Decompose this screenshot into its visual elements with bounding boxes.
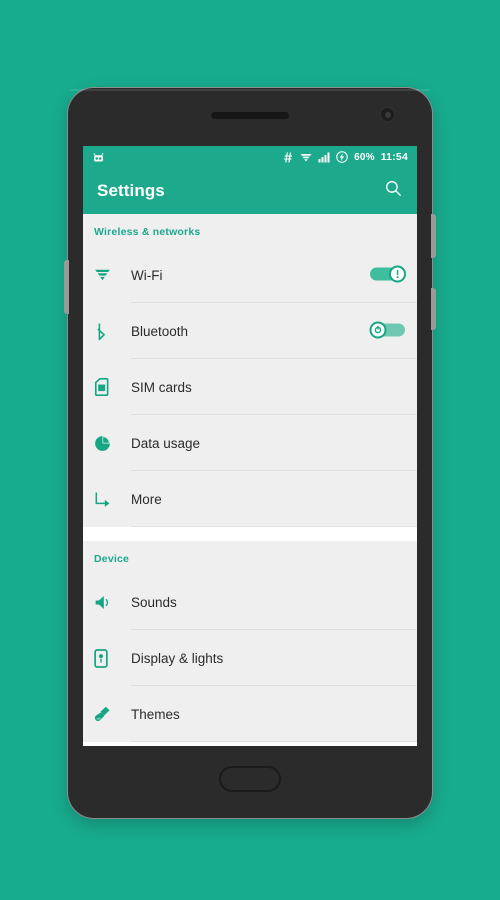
section-separator	[83, 527, 417, 541]
settings-row-label: Sounds	[131, 594, 177, 610]
sim-card-icon	[94, 378, 131, 396]
settings-row-data-usage[interactable]: Data usage	[83, 415, 417, 471]
settings-row-sim-cards[interactable]: SIM cards	[83, 359, 417, 415]
bluetooth-toggle[interactable]	[369, 319, 406, 344]
display-icon	[94, 648, 131, 668]
robot-face-icon	[92, 152, 105, 163]
wifi-toggle[interactable]	[369, 263, 406, 288]
battery-percent-label: 60%	[354, 151, 375, 163]
volume-rocker-button[interactable]	[64, 260, 69, 314]
phone-device: 60% 11:54 Settings Wireless & networks W…	[64, 88, 436, 818]
settings-row-themes[interactable]: Themes	[83, 686, 417, 742]
page-title: Settings	[97, 181, 165, 200]
power-button[interactable]	[431, 214, 436, 258]
settings-row-label: Bluetooth	[131, 323, 189, 339]
signal-bars-icon	[318, 152, 330, 163]
status-bar: 60% 11:54	[83, 146, 417, 168]
row-divider	[131, 741, 417, 742]
search-icon	[384, 179, 403, 203]
phone-screen: 60% 11:54 Settings Wireless & networks W…	[83, 146, 417, 746]
settings-row-bluetooth[interactable]: Bluetooth	[83, 303, 417, 359]
settings-row-label: Display & lights	[131, 650, 224, 666]
battery-charge-icon	[336, 151, 348, 163]
settings-row-label: SIM cards	[131, 379, 192, 395]
settings-row-sounds[interactable]: Sounds	[83, 574, 417, 630]
search-button[interactable]	[384, 179, 403, 203]
settings-row-display-lights[interactable]: Display & lights	[83, 630, 417, 686]
pie-chart-icon	[94, 435, 131, 452]
paintbrush-icon	[94, 705, 131, 724]
speaker-icon	[94, 594, 131, 611]
settings-row-more[interactable]: More	[83, 471, 417, 527]
settings-row-wifi[interactable]: Wi-Fi	[83, 247, 417, 303]
arrow-more-icon	[94, 491, 131, 508]
section-header-device: Device	[94, 553, 130, 565]
app-bar: Settings	[83, 168, 417, 214]
hash-icon	[283, 152, 294, 163]
settings-row-label: Themes	[131, 706, 180, 722]
settings-row-label: More	[131, 491, 162, 507]
section-header-wireless: Wireless & networks	[94, 226, 201, 238]
settings-row-label: Wi-Fi	[131, 267, 163, 283]
bluetooth-icon	[94, 322, 131, 341]
earpiece-speaker	[211, 112, 289, 119]
sim-tray-button[interactable]	[431, 288, 436, 330]
settings-list[interactable]: Wireless & networks Wi-Fi Bluetooth SIM …	[83, 214, 417, 746]
section-wireless-networks: Wireless & networks Wi-Fi Bluetooth SIM …	[83, 214, 417, 527]
status-clock: 11:54	[380, 151, 408, 163]
section-device: Device Sounds Display & lights Themes	[83, 541, 417, 742]
wifi-icon	[94, 267, 131, 283]
home-button[interactable]	[219, 766, 281, 792]
wifi-icon	[300, 152, 312, 163]
front-camera	[379, 106, 396, 123]
settings-row-label: Data usage	[131, 435, 201, 451]
